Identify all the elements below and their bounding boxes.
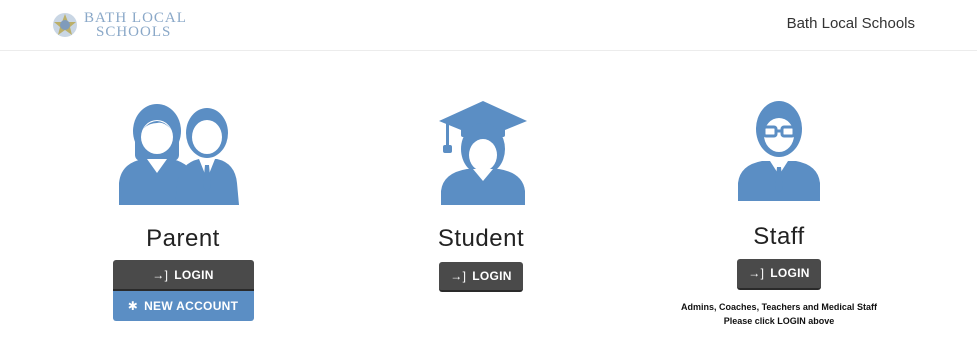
graduate-avatar-icon <box>439 101 527 205</box>
header-bar: BATH LOCAL SCHOOLS Bath Local Schools <box>0 0 977 51</box>
staff-avatar-icon <box>738 101 820 201</box>
crest-icon <box>53 13 77 37</box>
staff-section: Staff →] LOGIN Admins, Coaches, Teachers … <box>659 95 899 328</box>
sign-in-icon: →] <box>450 269 467 283</box>
sign-in-icon: →] <box>152 268 169 282</box>
school-logo[interactable]: BATH LOCAL SCHOOLS <box>50 10 187 40</box>
logo-text: BATH LOCAL SCHOOLS <box>84 11 187 40</box>
logo-line-2: SCHOOLS <box>96 24 172 40</box>
parent-login-label: LOGIN <box>174 268 214 282</box>
parent-buttons: →] LOGIN ✱ NEW ACCOUNT <box>63 260 303 321</box>
parent-title: Parent <box>146 225 220 252</box>
sign-in-icon: →] <box>748 266 765 280</box>
staff-login-button[interactable]: →] LOGIN <box>737 259 821 290</box>
student-login-label: LOGIN <box>472 269 512 283</box>
site-title: Bath Local Schools <box>786 15 915 32</box>
staff-login-label: LOGIN <box>770 266 810 280</box>
student-section: Student →] LOGIN <box>361 95 601 292</box>
student-title: Student <box>437 225 525 252</box>
parent-login-button[interactable]: →] LOGIN <box>112 260 254 291</box>
new-account-label: NEW ACCOUNT <box>144 299 239 313</box>
student-buttons: →] LOGIN <box>361 262 601 292</box>
staff-note-line-1: Admins, Coaches, Teachers and Medical St… <box>681 302 877 312</box>
staff-buttons: →] LOGIN <box>659 259 899 290</box>
staff-note-line-2: Please click LOGIN above <box>723 316 835 326</box>
parents-avatar-icon <box>119 104 239 205</box>
parent-section: Parent →] LOGIN ✱ NEW ACCOUNT <box>63 95 303 321</box>
student-login-button[interactable]: →] LOGIN <box>439 262 523 292</box>
new-account-button[interactable]: ✱ NEW ACCOUNT <box>112 291 254 321</box>
staff-title: Staff <box>753 223 805 250</box>
staff-note: Admins, Coaches, Teachers and Medical St… <box>659 300 899 328</box>
asterisk-icon: ✱ <box>127 299 139 313</box>
